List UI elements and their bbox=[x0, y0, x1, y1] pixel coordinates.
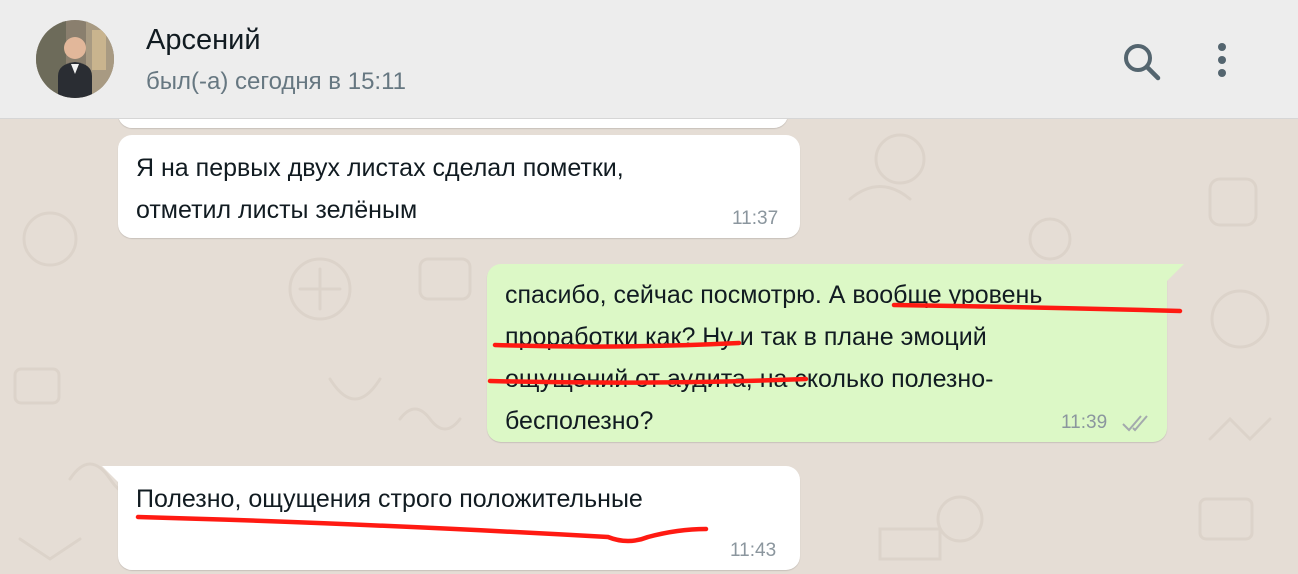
avatar-photo bbox=[36, 20, 114, 98]
double-check-icon bbox=[1122, 415, 1148, 432]
message-bubble-incoming[interactable]: Я на первых двух листах сделал пометки, … bbox=[118, 135, 800, 238]
contact-last-seen: был(-а) сегодня в 15:11 bbox=[146, 68, 407, 95]
message-time: 11:37 bbox=[732, 208, 779, 229]
message-time: 11:43 bbox=[730, 540, 777, 561]
menu-button[interactable] bbox=[1200, 40, 1244, 84]
incoming-bubble-tail bbox=[102, 466, 120, 484]
message-time: 11:39 bbox=[1061, 412, 1108, 433]
search-icon bbox=[1124, 44, 1161, 81]
message-bubble-outgoing[interactable]: спасибо, сейчас посмотрю. А вообще урове… bbox=[487, 264, 1167, 442]
contact-name[interactable]: Арсений bbox=[146, 24, 261, 57]
outgoing-bubble-tail bbox=[1166, 264, 1184, 282]
message-bubble-incoming[interactable]: Полезно, ощущения строго положительные 1… bbox=[118, 466, 800, 570]
message-text: Полезно, ощущения строго положительные bbox=[136, 485, 643, 513]
chat-window: Арсений был(-а) сегодня в 15:11 Я на пер… bbox=[0, 0, 1298, 574]
chat-header: Арсений был(-а) сегодня в 15:11 bbox=[0, 0, 1298, 119]
more-vertical-icon bbox=[1218, 43, 1226, 77]
message-text: спасибо, сейчас посмотрю. А вообще урове… bbox=[505, 281, 1043, 435]
avatar[interactable] bbox=[36, 20, 114, 98]
message-text: Я на первых двух листах сделал пометки, … bbox=[136, 154, 624, 224]
search-button[interactable] bbox=[1120, 40, 1164, 84]
